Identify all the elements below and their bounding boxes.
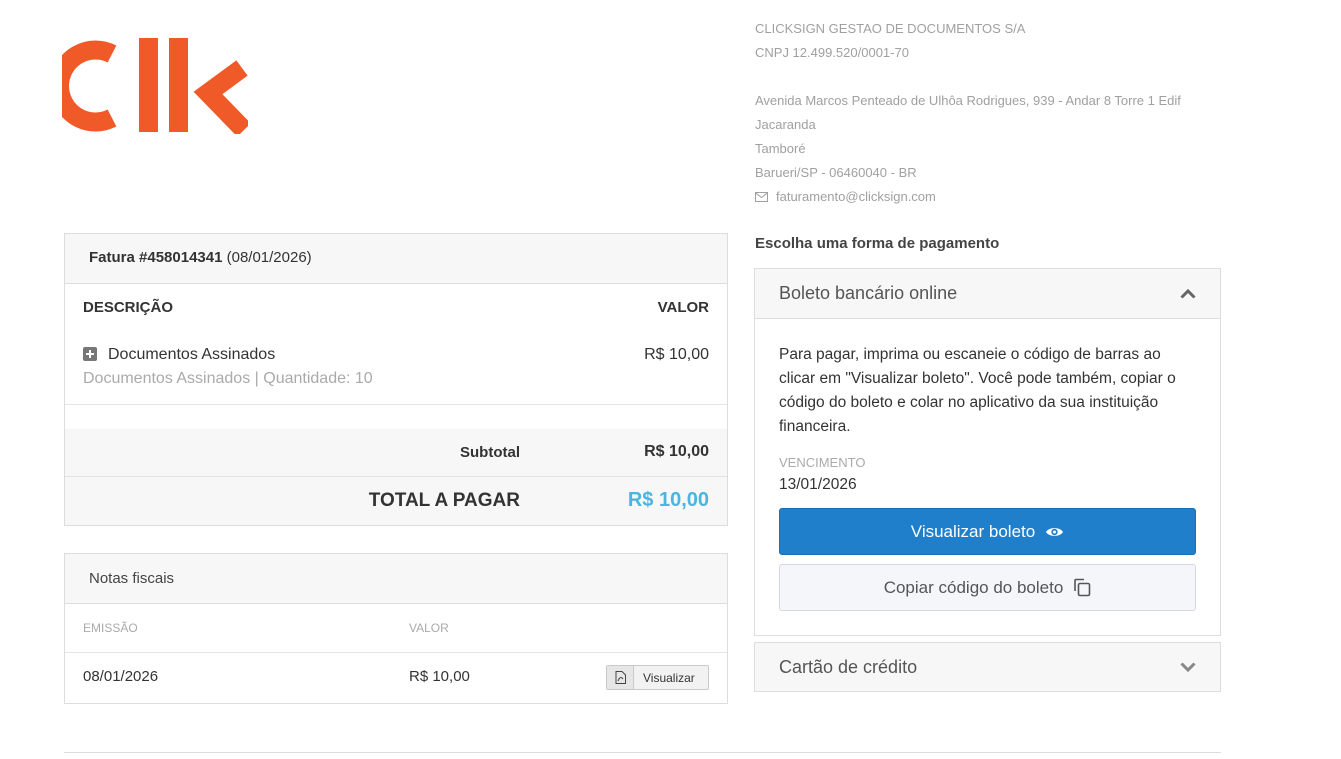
subtotal-label: Subtotal <box>460 444 520 461</box>
column-value: VALOR <box>657 299 709 316</box>
copiar-codigo-button[interactable]: Copiar código do boleto <box>779 564 1196 611</box>
invoice-panel: Fatura #458014341 (08/01/2026) DESCRIÇÃO… <box>64 233 728 526</box>
payment-title: Escolha uma forma de pagamento <box>755 235 1000 252</box>
company-address-line1: Avenida Marcos Penteado de Ulhôa Rodrigu… <box>755 93 1181 108</box>
footer-divider <box>64 752 1221 753</box>
item-value: R$ 10,00 <box>644 346 709 363</box>
company-address-line2: Jacaranda <box>755 117 816 132</box>
nota-view-label: Visualizar <box>643 670 695 685</box>
chevron-up-icon[interactable] <box>1180 288 1196 299</box>
copiar-codigo-label: Copiar código do boleto <box>883 577 1064 597</box>
item-name: Documentos Assinados <box>108 346 276 363</box>
column-valor: VALOR <box>409 621 449 635</box>
boleto-header[interactable]: Boleto bancário online <box>755 269 1220 319</box>
nota-valor: R$ 10,00 <box>409 668 470 685</box>
invoice-date: (08/01/2026) <box>226 249 312 266</box>
copy-icon <box>1074 578 1091 597</box>
company-cnpj: CNPJ 12.499.520/0001-70 <box>755 45 909 60</box>
eye-icon <box>1046 527 1064 536</box>
boleto-header-label: Boleto bancário online <box>779 283 958 303</box>
company-address-line4: Barueri/SP - 06460040 - BR <box>755 165 917 180</box>
visualizar-boleto-label: Visualizar boleto <box>910 521 1036 541</box>
boleto-panel: Boleto bancário online Para pagar, impri… <box>754 268 1221 636</box>
divider <box>65 652 727 653</box>
cartao-header[interactable]: Cartão de crédito <box>755 643 1220 691</box>
invoice-header: Fatura #458014341 (08/01/2026) <box>65 234 727 284</box>
vencimento-value: 13/01/2026 <box>779 476 857 493</box>
total-row: TOTAL A PAGAR R$ 10,00 <box>65 477 727 525</box>
company-email-row: faturamento@clicksign.com <box>755 189 936 205</box>
total-value: R$ 10,00 <box>627 489 709 511</box>
column-description: DESCRIÇÃO <box>83 299 174 316</box>
notas-fiscais-panel: Notas fiscais EMISSÃO VALOR 08/01/2026 R… <box>64 553 728 704</box>
invoice-number: Fatura #458014341 <box>89 249 223 266</box>
vencimento-label: VENCIMENTO <box>779 455 866 470</box>
pdf-file-icon <box>607 666 634 689</box>
column-emissao: EMISSÃO <box>83 621 138 635</box>
envelope-icon <box>755 192 768 202</box>
chevron-down-icon[interactable] <box>1180 662 1196 672</box>
nota-view-button[interactable]: Visualizar <box>606 665 709 690</box>
company-name: CLICKSIGN GESTAO DE DOCUMENTOS S/A <box>755 21 1026 36</box>
notas-header: Notas fiscais <box>65 554 727 604</box>
company-email[interactable]: faturamento@clicksign.com <box>776 189 936 205</box>
plus-square-icon[interactable] <box>83 347 97 361</box>
company-address-line3: Tamboré <box>755 141 806 156</box>
total-label: TOTAL A PAGAR <box>368 490 520 511</box>
clicksign-logo <box>62 38 248 134</box>
boleto-description: Para pagar, imprima ou escaneie o código… <box>779 346 1176 435</box>
divider <box>65 404 727 405</box>
cartao-panel: Cartão de crédito <box>754 642 1221 692</box>
item-detail: Documentos Assinados | Quantidade: 10 <box>83 370 373 387</box>
nota-emissao: 08/01/2026 <box>83 668 159 685</box>
cartao-header-label: Cartão de crédito <box>779 656 918 677</box>
visualizar-boleto-button[interactable]: Visualizar boleto <box>779 508 1196 555</box>
subtotal-row: Subtotal R$ 10,00 <box>65 429 727 477</box>
subtotal-value: R$ 10,00 <box>644 443 709 460</box>
